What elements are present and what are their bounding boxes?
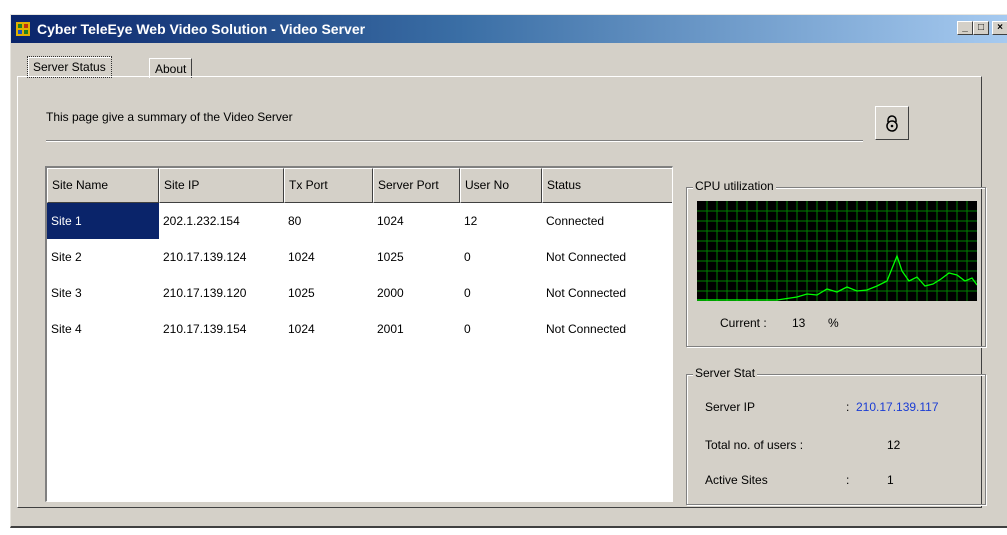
cell-server-port: 1024 xyxy=(377,214,404,228)
cell-site-ip: 210.17.139.154 xyxy=(163,322,247,336)
close-button[interactable]: × xyxy=(992,21,1007,35)
sites-table[interactable]: Site Name Site IP Tx Port Server Port Us… xyxy=(45,166,673,502)
cell-server-port: 2000 xyxy=(377,286,404,300)
minimize-icon: _ xyxy=(962,22,968,33)
separator xyxy=(46,140,863,142)
active-sites-value: 1 xyxy=(887,473,894,487)
cpu-current-value: 13 xyxy=(792,316,806,330)
cell-user-no: 12 xyxy=(464,214,478,228)
tab-label: About xyxy=(155,62,187,76)
column-header-status[interactable]: Status xyxy=(542,168,672,203)
summary-text: This page give a summary of the Video Se… xyxy=(46,110,293,124)
cell-server-port: 2001 xyxy=(377,322,404,336)
server-ip-value: 210.17.139.117 xyxy=(856,400,939,414)
maximize-button[interactable]: □ xyxy=(973,21,989,35)
table-row[interactable]: Site 4 210.17.139.154 1024 2001 0 Not Co… xyxy=(47,311,672,347)
cell-status: Not Connected xyxy=(546,250,627,264)
cpu-current-label: Current : xyxy=(720,316,767,330)
title-bar[interactable]: Cyber TeleEye Web Video Solution - Video… xyxy=(11,15,1007,43)
column-header-site-ip[interactable]: Site IP xyxy=(159,168,284,203)
cpu-utilization-title: CPU utilization xyxy=(693,179,776,193)
tab-about[interactable]: About xyxy=(149,58,193,78)
cell-site-name: Site 2 xyxy=(51,250,82,264)
cell-tx-port: 1025 xyxy=(288,286,315,300)
cell-server-port: 1025 xyxy=(377,250,404,264)
cell-tx-port: 1024 xyxy=(288,322,315,336)
cpu-current-unit: % xyxy=(828,316,839,330)
table-row[interactable]: Site 3 210.17.139.120 1025 2000 0 Not Co… xyxy=(47,275,672,311)
lock-icon xyxy=(886,115,898,132)
close-icon: × xyxy=(997,22,1003,33)
window-title: Cyber TeleEye Web Video Solution - Video… xyxy=(37,21,366,37)
cell-status: Not Connected xyxy=(546,286,627,300)
column-header-user-no[interactable]: User No xyxy=(460,168,542,203)
cell-site-name: Site 4 xyxy=(51,322,82,336)
cell-site-ip: 210.17.139.124 xyxy=(163,250,247,264)
server-stat-title: Server Stat xyxy=(693,366,758,380)
table-row[interactable]: Site 2 210.17.139.124 1024 1025 0 Not Co… xyxy=(47,239,672,275)
total-users-label: Total no. of users : xyxy=(705,438,804,452)
maximize-icon: □ xyxy=(977,22,985,33)
cell-user-no: 0 xyxy=(464,286,471,300)
cell-user-no: 0 xyxy=(464,322,471,336)
column-header-server-port[interactable]: Server Port xyxy=(373,168,460,203)
column-header-tx-port[interactable]: Tx Port xyxy=(284,168,373,203)
server-ip-label: Server IP xyxy=(705,400,756,414)
cell-site-ip: 210.17.139.120 xyxy=(163,286,247,300)
cell-tx-port: 1024 xyxy=(288,250,315,264)
cell-site-ip: 202.1.232.154 xyxy=(163,214,240,228)
tab-server-status[interactable]: Server Status xyxy=(27,56,112,78)
minimize-button[interactable]: _ xyxy=(957,21,973,35)
column-header-site-name[interactable]: Site Name xyxy=(47,168,159,203)
cell-site-name: Site 1 xyxy=(47,203,159,239)
lock-button[interactable] xyxy=(875,106,909,140)
cell-site-name: Site 3 xyxy=(51,286,82,300)
cell-status: Connected xyxy=(546,214,605,228)
total-users-value: 12 xyxy=(887,438,901,452)
active-sites-label: Active Sites xyxy=(705,473,768,487)
cpu-graph xyxy=(697,201,977,301)
app-icon xyxy=(16,22,30,36)
cell-status: Not Connected xyxy=(546,322,627,336)
cell-user-no: 0 xyxy=(464,250,471,264)
tab-label: Server Status xyxy=(33,60,106,74)
active-sites-colon: : xyxy=(846,473,850,487)
table-row[interactable]: Site 1 202.1.232.154 80 1024 12 Connecte… xyxy=(47,203,672,239)
server-ip-colon: : xyxy=(846,400,850,414)
cell-tx-port: 80 xyxy=(288,214,302,228)
table-header: Site Name Site IP Tx Port Server Port Us… xyxy=(47,168,672,203)
